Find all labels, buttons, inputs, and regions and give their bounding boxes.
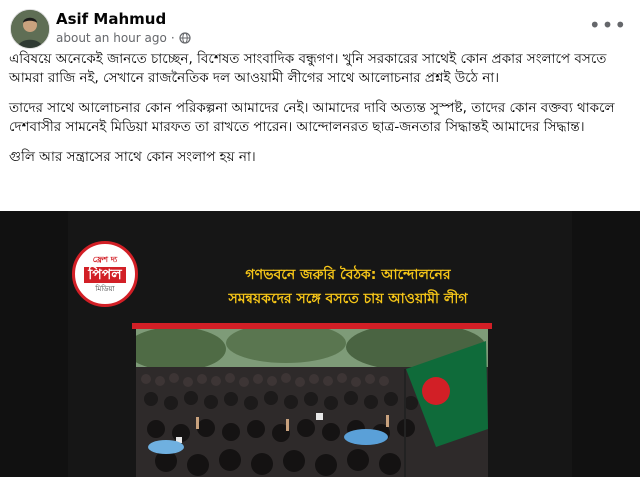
- post-timestamp[interactable]: about an hour ago: [56, 31, 167, 45]
- avatar-photo: [11, 10, 49, 48]
- facebook-post: Asif Mahmud about an hour ago · ••• এবিষ…: [0, 0, 640, 477]
- post-header: Asif Mahmud about an hour ago · •••: [10, 9, 630, 49]
- news-headline: গণভবনে জরুরি বৈঠক: আন্দোলনের সমন্বয়কদের…: [183, 263, 513, 311]
- globe-icon: [179, 32, 191, 44]
- avatar[interactable]: [10, 9, 50, 49]
- post-paragraph-3: গুলি আর সন্ত্রাসের সাথে কোন সংলাপ হয় না…: [9, 149, 256, 165]
- post-paragraph-2: তাদের সাথে আলোচনার কোন পরিকল্পনা আমাদের …: [9, 100, 615, 135]
- headline-line-1: গণভবনে জরুরি বৈঠক: আন্দোলনের: [245, 267, 451, 283]
- more-options-icon[interactable]: •••: [589, 13, 626, 37]
- news-logo: ফ্রেশ দ্য পিপল মিডিয়া: [72, 241, 138, 307]
- logo-main-text: পিপল: [84, 266, 126, 283]
- post-body: এবিষয়ে অনেকেই জানতে চাচ্ছেন, বিশেষত সাং…: [9, 50, 627, 178]
- post-paragraph-1: এবিষয়ে অনেকেই জানতে চাচ্ছেন, বিশেষত সাং…: [9, 51, 607, 86]
- post-meta: about an hour ago ·: [56, 31, 191, 45]
- headline-line-2: সমন্বয়কদের সঙ্গে বসতে চায় আওয়ামী লীগ: [228, 291, 468, 307]
- post-image[interactable]: ফ্রেশ দ্য পিপল মিডিয়া গণভবনে জরুরি বৈঠক…: [0, 211, 640, 477]
- news-card: ফ্রেশ দ্য পিপল মিডিয়া গণভবনে জরুরি বৈঠক…: [68, 211, 572, 477]
- crowd-illustration: [136, 329, 488, 477]
- logo-top-text: ফ্রেশ দ্য: [92, 254, 118, 264]
- crowd-photo: [136, 329, 488, 477]
- author-name[interactable]: Asif Mahmud: [56, 10, 166, 28]
- logo-sub-text: মিডিয়া: [95, 284, 115, 293]
